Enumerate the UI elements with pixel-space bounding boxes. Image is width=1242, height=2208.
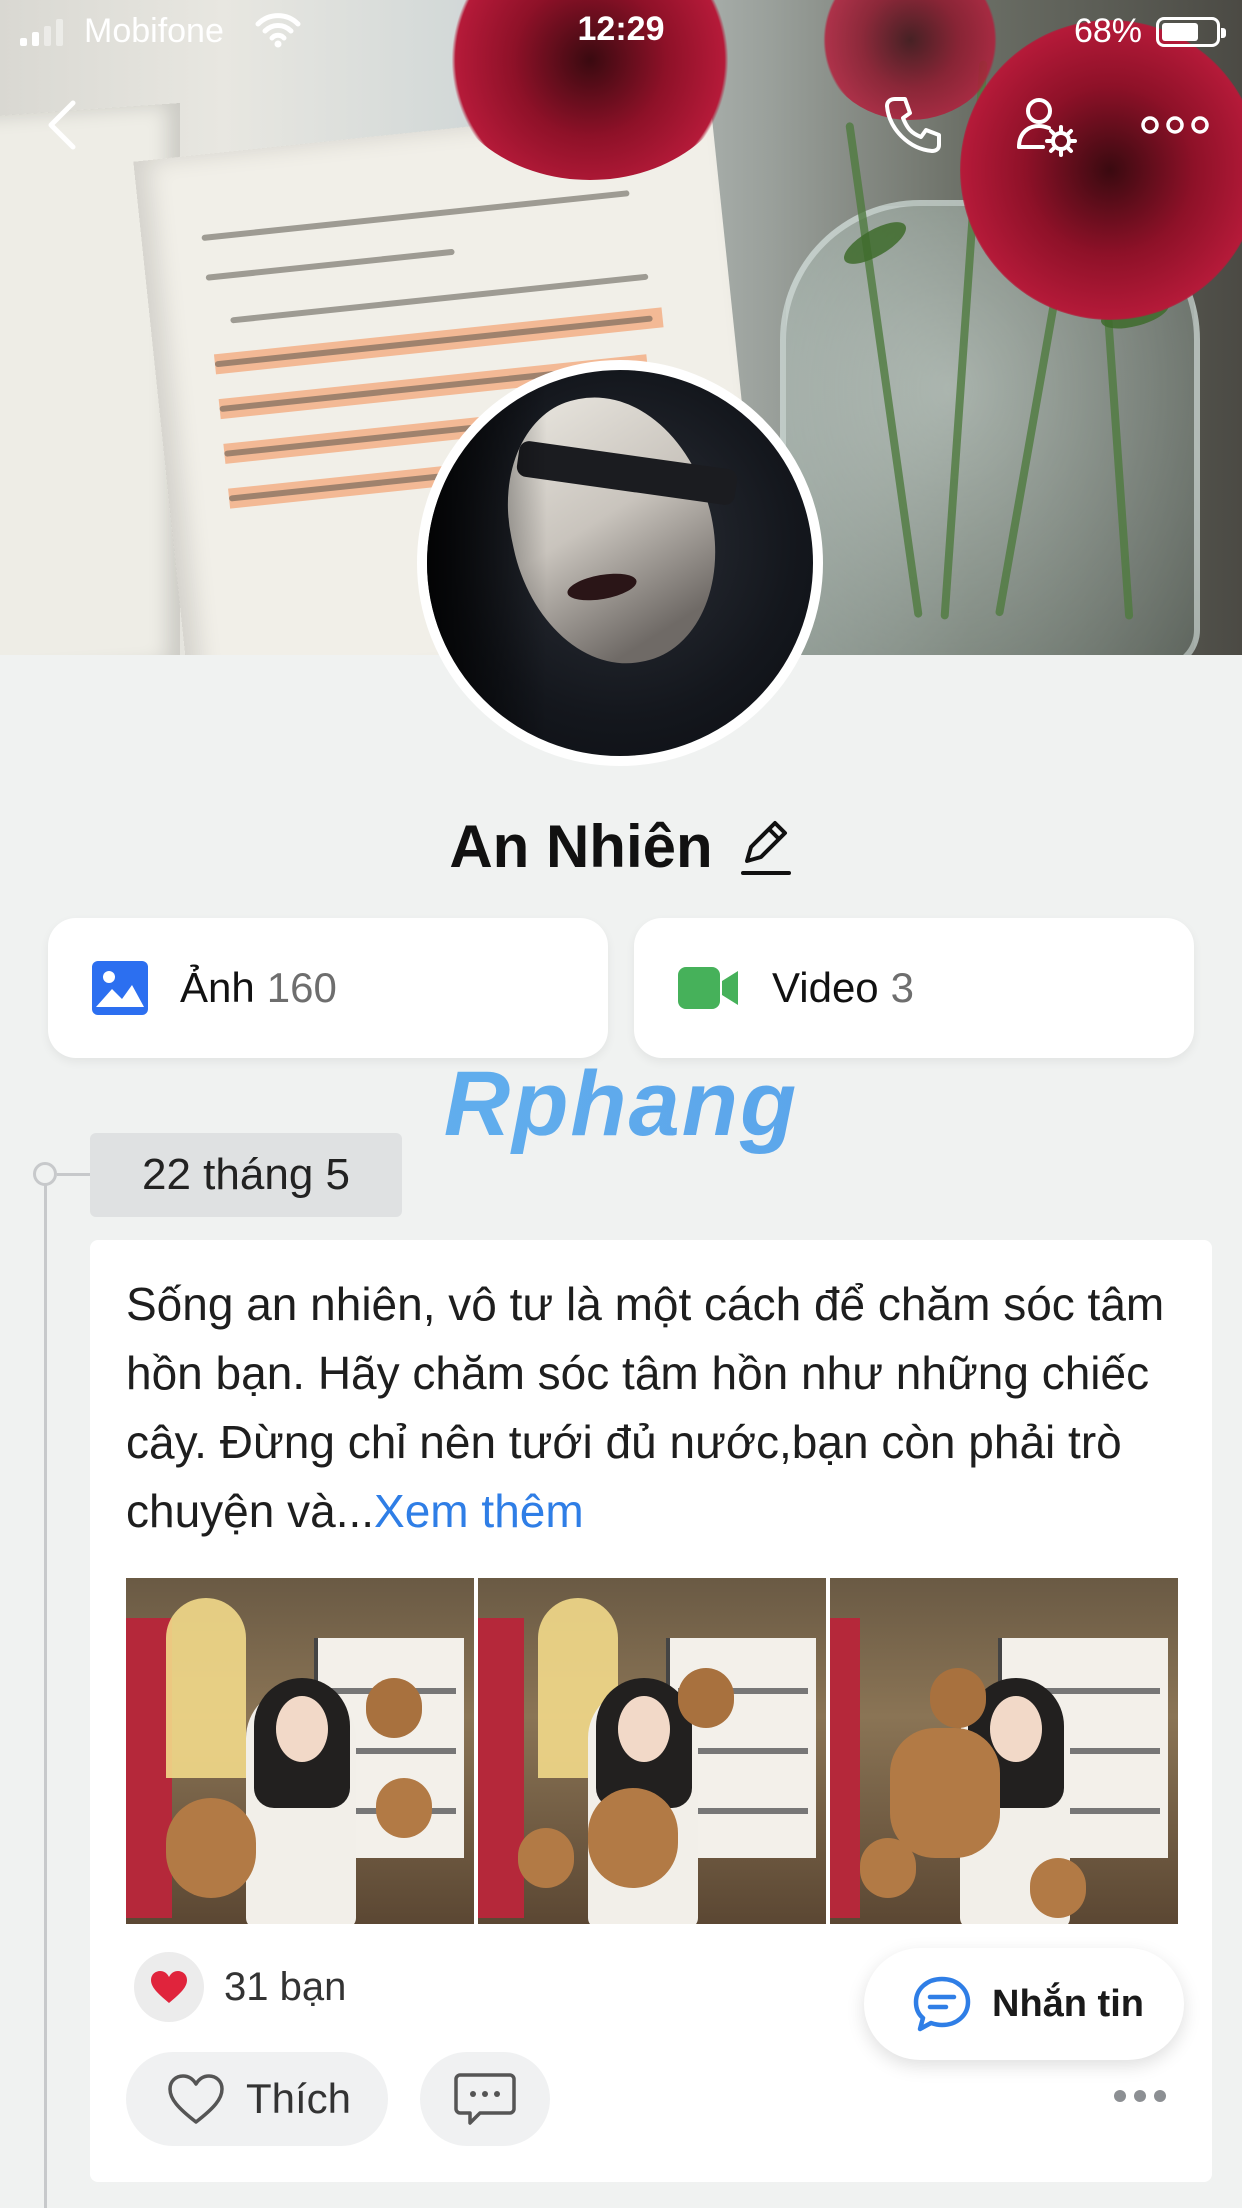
back-button[interactable] bbox=[26, 90, 96, 160]
photo-icon bbox=[92, 961, 148, 1015]
post-photo[interactable] bbox=[830, 1578, 1178, 1924]
photos-count: 160 bbox=[266, 964, 337, 1011]
photos-card[interactable]: Ảnh 160 bbox=[48, 918, 608, 1058]
video-camera-icon bbox=[678, 967, 738, 1009]
avatar[interactable] bbox=[417, 360, 823, 766]
more-options-button[interactable] bbox=[1140, 90, 1210, 160]
reaction-count: 31 bạn bbox=[224, 1964, 347, 2009]
post-photo[interactable] bbox=[126, 1578, 474, 1924]
like-button[interactable]: Thích bbox=[126, 2052, 388, 2146]
message-button[interactable]: Nhắn tin bbox=[864, 1948, 1184, 2060]
status-bar: Mobifone 12:29 68% bbox=[0, 0, 1242, 64]
back-arrow-icon bbox=[48, 100, 76, 150]
profile-name-row: An Nhiên bbox=[0, 812, 1242, 881]
post-reactions[interactable]: 31 bạn bbox=[134, 1952, 346, 2022]
battery-percentage: 68% bbox=[1073, 12, 1142, 50]
edit-pencil-icon[interactable] bbox=[739, 817, 793, 877]
profile-settings-button[interactable] bbox=[1010, 90, 1080, 160]
post-photos bbox=[126, 1578, 1178, 1924]
phone-icon bbox=[885, 97, 941, 153]
heart-icon bbox=[151, 1971, 187, 2003]
videos-label: Video bbox=[772, 964, 879, 1011]
videos-count: 3 bbox=[890, 964, 915, 1011]
timeline-line bbox=[44, 1174, 47, 2208]
user-settings-icon bbox=[1017, 98, 1077, 157]
like-label: Thích bbox=[246, 2075, 352, 2122]
timeline-dot bbox=[33, 1162, 57, 1186]
heart-outline-icon bbox=[168, 2074, 224, 2124]
post-more-button[interactable] bbox=[1114, 2090, 1166, 2102]
timeline-date: 22 tháng 5 bbox=[90, 1133, 402, 1217]
comment-button[interactable] bbox=[420, 2052, 550, 2146]
profile-name: An Nhiên bbox=[449, 813, 713, 880]
battery-icon bbox=[1156, 17, 1226, 47]
message-label: Nhắn tin bbox=[992, 1982, 1144, 2025]
post-text[interactable]: Sống an nhiên, vô tư là một cách để chăm… bbox=[126, 1270, 1186, 1546]
comment-icon bbox=[454, 2073, 516, 2125]
post-photo[interactable] bbox=[478, 1578, 826, 1924]
message-bubble-icon bbox=[913, 1976, 971, 2032]
photos-label: Ảnh bbox=[180, 964, 255, 1011]
videos-card[interactable]: Video 3 bbox=[634, 918, 1194, 1058]
call-button[interactable] bbox=[878, 90, 948, 160]
see-more-link[interactable]: Xem thêm bbox=[374, 1485, 584, 1537]
clock: 12:29 bbox=[577, 10, 665, 48]
more-options-icon bbox=[1141, 116, 1209, 134]
